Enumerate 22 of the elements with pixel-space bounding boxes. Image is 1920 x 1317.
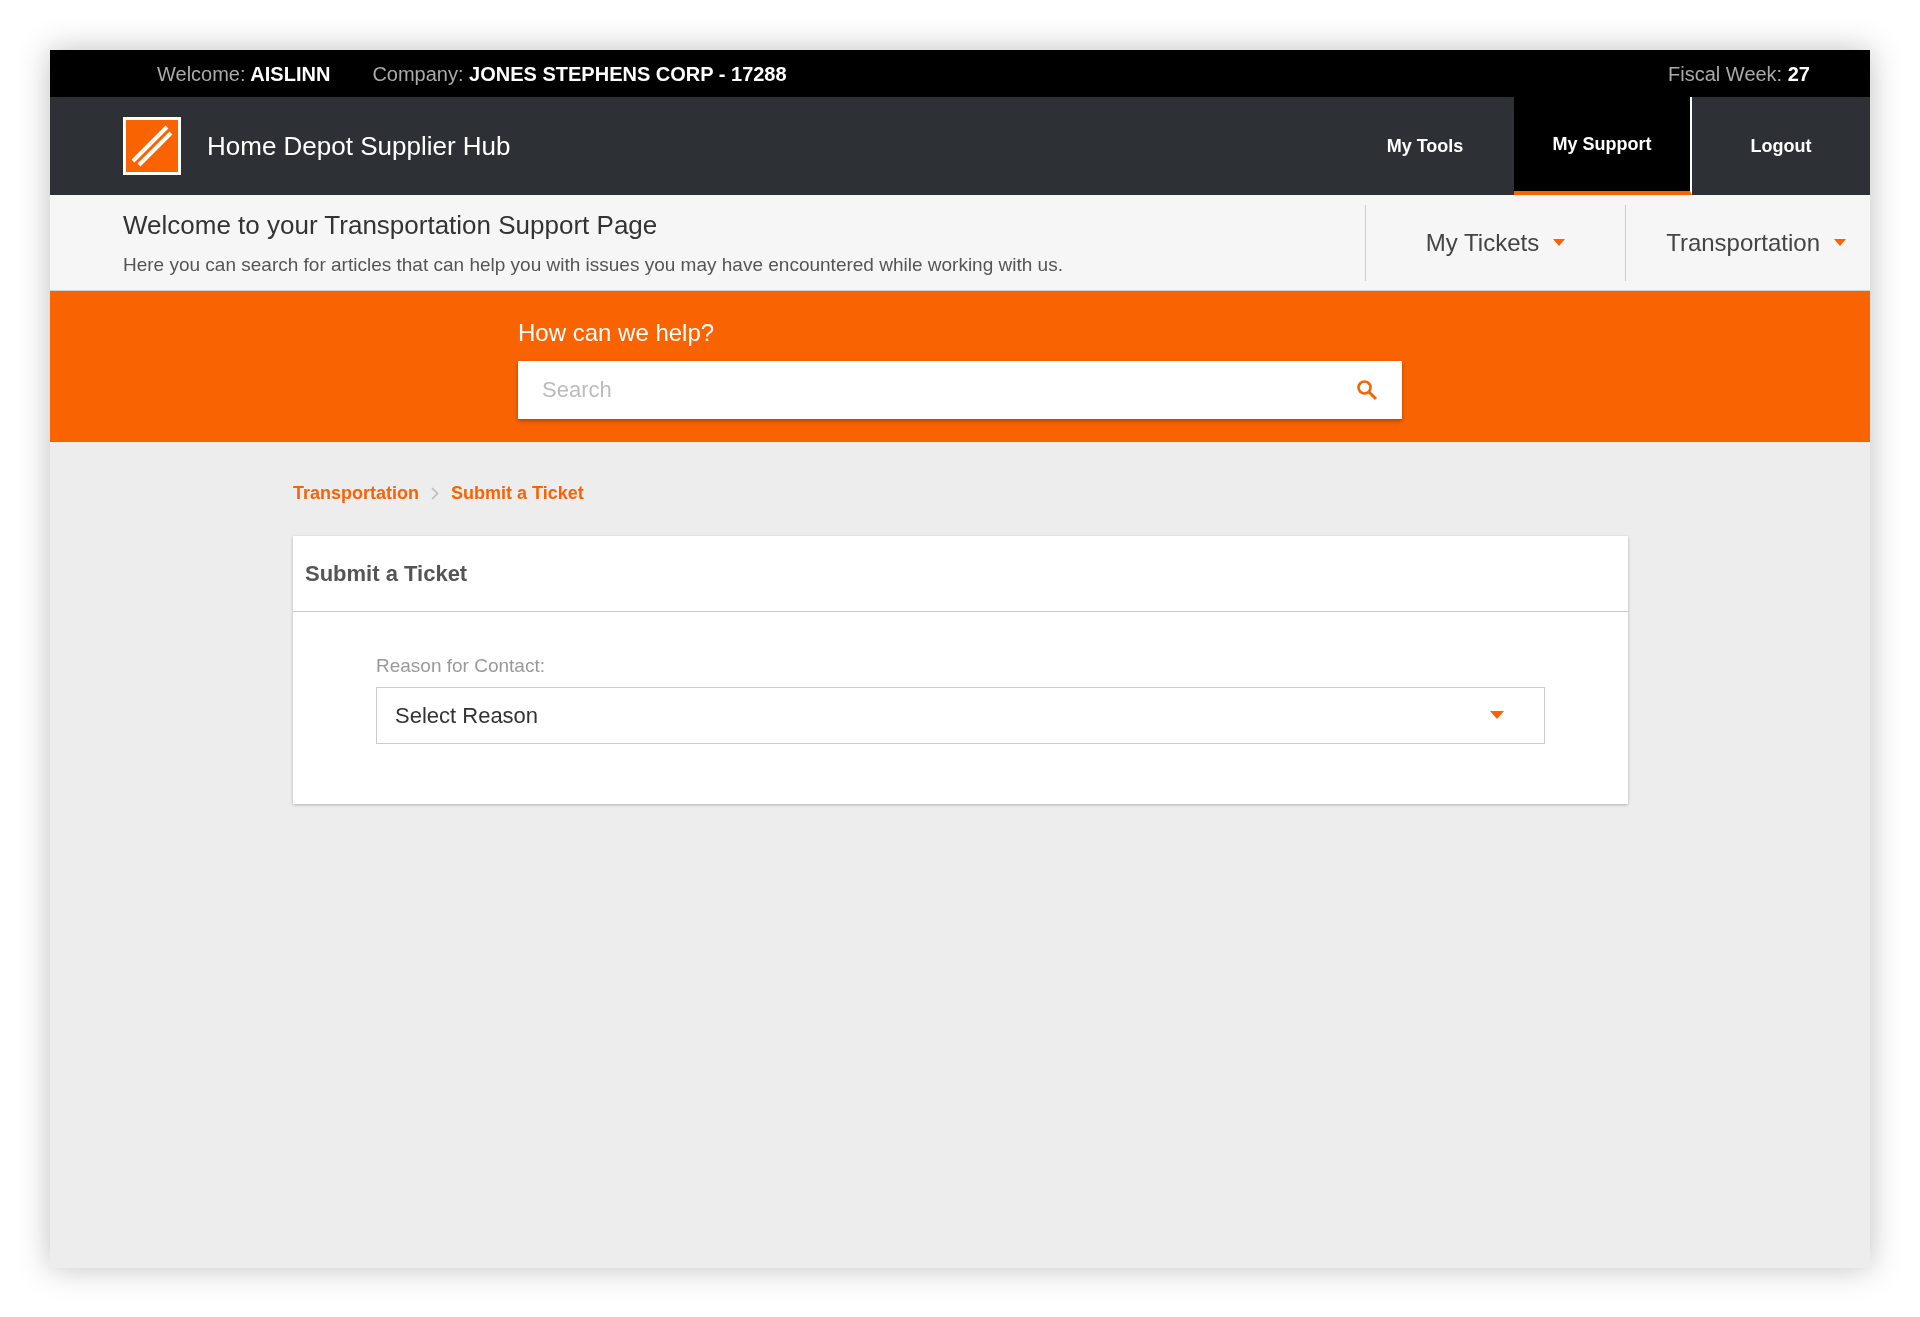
dropdown-menu[interactable]: My Tickets <box>1364 204 1626 281</box>
caret-icon <box>1834 239 1846 246</box>
page-subtitle: Here you can search for articles that can help you with issues you may have encountered while working with us. <box>123 252 1064 277</box>
header-info: Company: JONES STEPHENS CORP - 17288 <box>372 61 787 87</box>
caret-icon <box>1553 239 1566 246</box>
search-icon[interactable] <box>1356 379 1378 401</box>
nav-tab[interactable]: Logout <box>1692 97 1870 195</box>
chevron-icon <box>431 487 439 500</box>
nav-tab[interactable]: My Tools <box>1336 97 1514 195</box>
search-field[interactable]: Search <box>518 361 1402 419</box>
search-heading: How can we help? <box>518 318 716 348</box>
header-info: Welcome: AISLINN <box>157 61 331 87</box>
caret-icon <box>1490 711 1504 719</box>
header-info: Fiscal Week: 27 <box>1668 61 1810 87</box>
page-title: Welcome to your Transportation Support Page <box>123 208 659 242</box>
card-title: Submit a Ticket <box>305 560 468 588</box>
dropdown-menu[interactable]: Transportation <box>1625 204 1870 281</box>
nav-tab[interactable]: My Support <box>1514 97 1692 195</box>
logo-icon <box>123 117 181 175</box>
site-title: Home Depot Supplier Hub <box>207 129 511 163</box>
reason-select[interactable]: Select Reason <box>376 686 1545 744</box>
field-label: Reason for Contact: <box>376 654 546 678</box>
